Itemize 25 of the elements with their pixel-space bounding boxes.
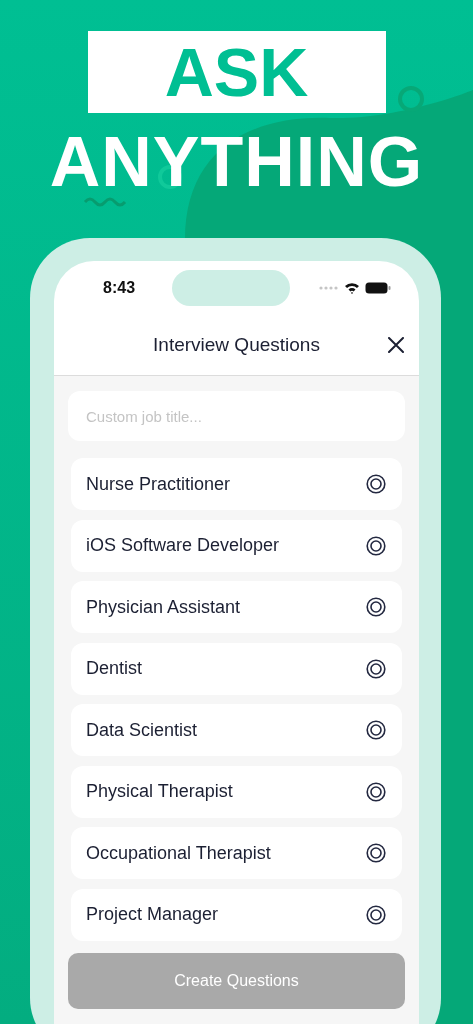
wifi-icon xyxy=(344,282,360,294)
job-title-field[interactable]: Custom job title... xyxy=(68,391,405,441)
radio-icon[interactable] xyxy=(366,658,386,679)
close-icon[interactable] xyxy=(388,337,404,353)
job-option[interactable]: Physical Therapist xyxy=(71,765,402,818)
radio-icon[interactable] xyxy=(366,474,386,494)
radio-icon[interactable] xyxy=(366,843,386,863)
radio-icon[interactable] xyxy=(366,904,386,925)
radio-icon[interactable] xyxy=(366,781,386,802)
job-option[interactable]: Dentist xyxy=(71,642,402,695)
job-option[interactable]: Project Manager xyxy=(71,888,402,941)
job-option[interactable]: iOS Software Developer xyxy=(71,519,402,572)
battery-icon xyxy=(365,282,391,294)
job-option[interactable]: Nurse Practitioner xyxy=(71,458,402,510)
job-option[interactable]: Occupational Therapist xyxy=(71,827,402,879)
radio-icon[interactable] xyxy=(366,720,386,740)
job-option[interactable]: Physician Assistant xyxy=(71,581,402,633)
status-time: 8:43 xyxy=(103,279,136,297)
job-option[interactable]: Data Scientist xyxy=(71,704,402,756)
headline-text: ANYTHING xyxy=(49,127,424,197)
radio-icon[interactable] xyxy=(366,597,386,617)
screen-title: Interview Questions xyxy=(153,334,320,356)
headline-text: ASK xyxy=(164,38,309,106)
signal-dots-icon xyxy=(319,286,339,290)
radio-icon[interactable] xyxy=(366,535,386,556)
